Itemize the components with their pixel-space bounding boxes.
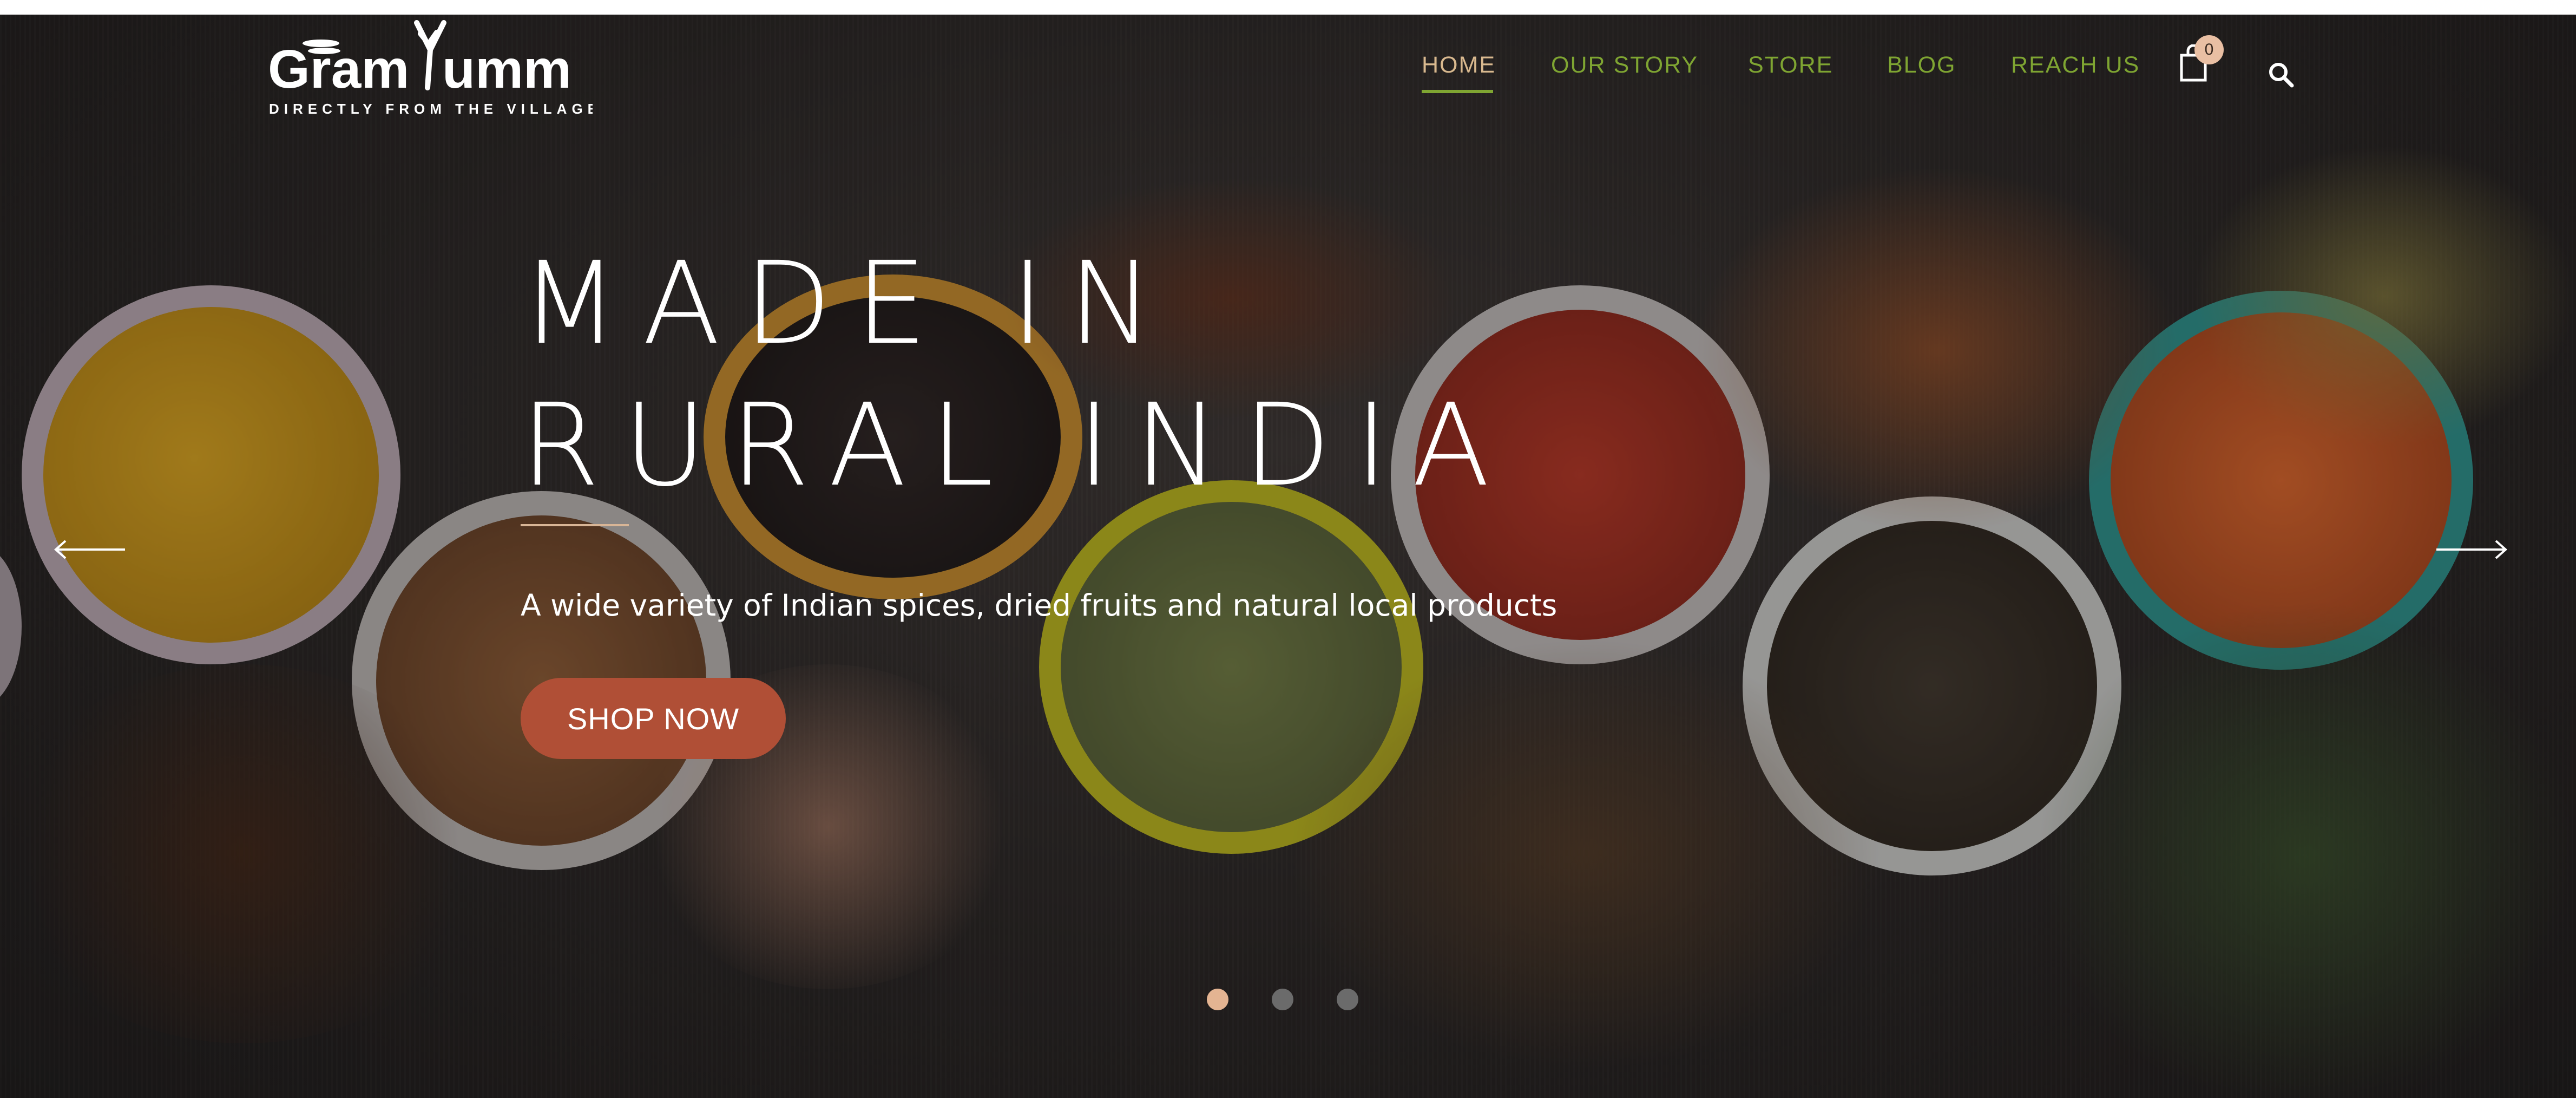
- arrow-left-icon[interactable]: [51, 539, 127, 560]
- slider-pagination: [1207, 989, 1369, 1016]
- nav-store[interactable]: STORE: [1748, 52, 1833, 79]
- headline-line-1: MADE IN: [521, 237, 1178, 370]
- cart-count-badge: 0: [2194, 35, 2224, 64]
- search-icon[interactable]: [2268, 61, 2295, 88]
- hero-subtitle: A wide variety of Indian spices, dried f…: [521, 588, 1558, 623]
- slider-dot[interactable]: [1207, 989, 1228, 1010]
- headline-divider: [521, 524, 629, 526]
- headline-line-2: RURAL INDIA: [521, 379, 1514, 512]
- dark-overlay: [0, 15, 2576, 1098]
- nav-reach-us[interactable]: REACH US: [2011, 52, 2140, 79]
- nav-active-indicator: [1422, 90, 1493, 93]
- nav-our-story[interactable]: OUR STORY: [1551, 52, 1698, 79]
- hero-slider: [0, 15, 2576, 1098]
- arrow-right-icon[interactable]: [2434, 539, 2510, 560]
- logo-tagline: DIRECTLY FROM THE VILLAGE: [269, 101, 593, 117]
- nav-blog[interactable]: BLOG: [1887, 52, 1956, 79]
- slider-dot[interactable]: [1272, 989, 1293, 1010]
- hero-headline: MADE IN RURAL INDIA: [521, 233, 1514, 517]
- shop-now-button[interactable]: SHOP NOW: [521, 678, 786, 759]
- slider-dot[interactable]: [1337, 989, 1358, 1010]
- nav-home[interactable]: HOME: [1422, 52, 1496, 79]
